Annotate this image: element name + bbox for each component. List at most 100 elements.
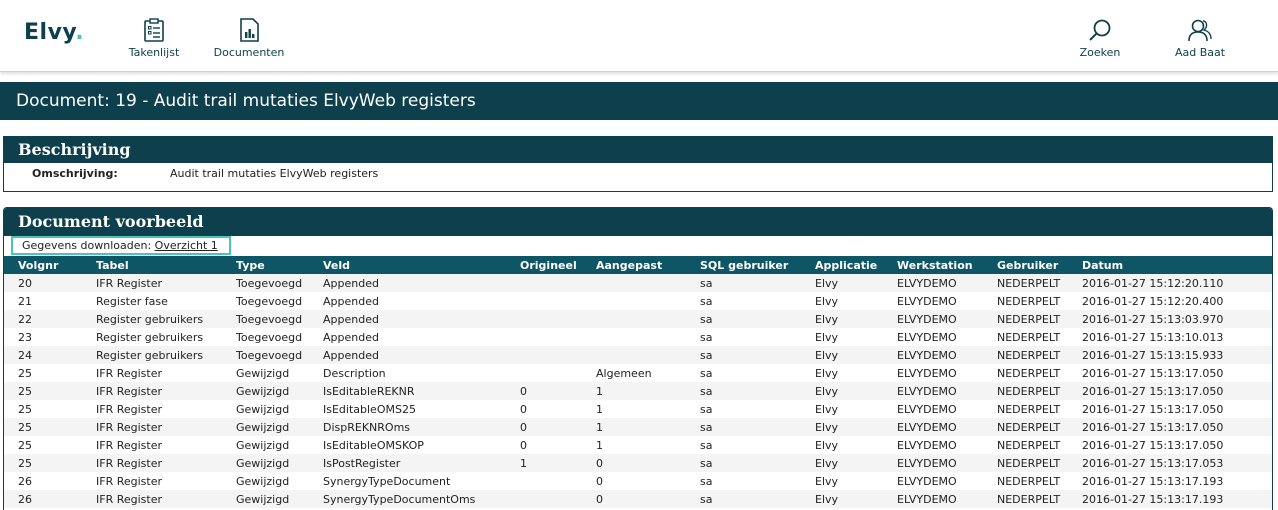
elvy-logo[interactable]: Elvy. <box>24 20 84 45</box>
col-volgnr-header[interactable]: Volgnr <box>4 256 82 274</box>
table-row[interactable]: 25 IFR Register Gewijzigd IsEditableOMSKOP 0… <box>4 436 1272 454</box>
nav-takenlijst[interactable]: Takenlijst <box>124 18 184 59</box>
col-aangepast-cell <box>582 328 686 346</box>
col-werkstation-header[interactable]: Werkstation <box>883 256 983 274</box>
col-werkstation-cell: ELVYDEMO <box>883 310 983 328</box>
col-tabel-cell: Register gebruikers <box>82 346 222 364</box>
col-gebruiker-cell: NEDERPELT <box>983 400 1068 418</box>
col-gebruiker-cell: NEDERPELT <box>983 328 1068 346</box>
table-body: 20 IFR Register Toegevoegd Appended sa Elvy EL… <box>4 274 1272 508</box>
col-origineel-header[interactable]: Origineel <box>506 256 582 274</box>
table-row[interactable]: 21 Register fase Toegevoegd Appended sa Elvy E… <box>4 292 1272 310</box>
col-type-cell: Toegevoegd <box>222 310 309 328</box>
col-datum-cell: 2016-01-27 15:13:17.050 <box>1068 400 1272 418</box>
nav-documenten[interactable]: Documenten <box>210 18 288 59</box>
table-row[interactable]: 23 Register gebruikers Toegevoegd Appended s… <box>4 328 1272 346</box>
col-datum-cell: 2016-01-27 15:13:17.193 <box>1068 490 1272 508</box>
table-row[interactable]: 25 IFR Register Gewijzigd DispREKNROms 0 1 sa E… <box>4 418 1272 436</box>
nav-takenlijst-label: Takenlijst <box>128 46 180 59</box>
col-werkstation-cell: ELVYDEMO <box>883 454 983 472</box>
col-type-cell: Gewijzigd <box>222 418 309 436</box>
table-row[interactable]: 22 Register gebruikers Toegevoegd Appended s… <box>4 310 1272 328</box>
col-tabel-cell: IFR Register <box>82 274 222 292</box>
col-volgnr-cell: 21 <box>4 292 82 310</box>
col-aangepast-header[interactable]: Aangepast <box>582 256 686 274</box>
table-row[interactable]: 24 Register gebruikers Toegevoegd Appended s… <box>4 346 1272 364</box>
col-type-cell: Gewijzigd <box>222 490 309 508</box>
col-sql-gebruiker-cell: sa <box>686 400 801 418</box>
col-veld-cell: Appended <box>309 310 506 328</box>
col-gebruiker-cell: NEDERPELT <box>983 454 1068 472</box>
col-datum-cell: 2016-01-27 15:12:20.110 <box>1068 274 1272 292</box>
col-volgnr-cell: 26 <box>4 490 82 508</box>
col-aangepast-cell: 0 <box>582 472 686 490</box>
col-volgnr-cell: 20 <box>4 274 82 292</box>
col-applicatie-cell: Elvy <box>801 418 883 436</box>
col-datum-cell: 2016-01-27 15:13:17.053 <box>1068 454 1272 472</box>
col-type-cell: Toegevoegd <box>222 274 309 292</box>
col-aangepast-cell: 1 <box>582 418 686 436</box>
col-aangepast-cell: Algemeen <box>582 364 686 382</box>
col-applicatie-cell: Elvy <box>801 472 883 490</box>
col-applicatie-cell: Elvy <box>801 292 883 310</box>
col-origineel-cell <box>506 274 582 292</box>
col-volgnr-cell: 24 <box>4 346 82 364</box>
clipboard-list-icon <box>144 18 164 42</box>
col-type-header[interactable]: Type <box>222 256 309 274</box>
col-gebruiker-cell: NEDERPELT <box>983 436 1068 454</box>
table-row[interactable]: 26 IFR Register Gewijzigd SynergyTypeDocume… <box>4 490 1272 508</box>
col-veld-cell: SynergyTypeDocumentOms <box>309 490 506 508</box>
col-werkstation-cell: ELVYDEMO <box>883 490 983 508</box>
col-gebruiker-cell: NEDERPELT <box>983 490 1068 508</box>
col-sql-gebruiker-cell: sa <box>686 364 801 382</box>
col-veld-header[interactable]: Veld <box>309 256 506 274</box>
col-datum-cell: 2016-01-27 15:13:03.970 <box>1068 310 1272 328</box>
col-veld-cell: IsEditableREKNR <box>309 382 506 400</box>
col-volgnr-cell: 25 <box>4 418 82 436</box>
col-type-cell: Gewijzigd <box>222 364 309 382</box>
table-row[interactable]: 20 IFR Register Toegevoegd Appended sa Elvy EL… <box>4 274 1272 292</box>
col-applicatie-header[interactable]: Applicatie <box>801 256 883 274</box>
table-row[interactable]: 25 IFR Register Gewijzigd IsEditableOMS25 0 1… <box>4 400 1272 418</box>
download-link-overzicht[interactable]: Overzicht 1 <box>155 239 218 252</box>
col-type-cell: Gewijzigd <box>222 400 309 418</box>
col-tabel-cell: IFR Register <box>82 364 222 382</box>
col-sql-gebruiker-cell: sa <box>686 436 801 454</box>
table-row[interactable]: 25 IFR Register Gewijzigd IsEditableREKNR 0 1… <box>4 382 1272 400</box>
col-applicatie-cell: Elvy <box>801 346 883 364</box>
table-row[interactable]: 26 IFR Register Gewijzigd SynergyTypeDocume… <box>4 472 1272 490</box>
col-type-cell: Toegevoegd <box>222 346 309 364</box>
col-tabel-cell: IFR Register <box>82 454 222 472</box>
col-gebruiker-header[interactable]: Gebruiker <box>983 256 1068 274</box>
col-werkstation-cell: ELVYDEMO <box>883 346 983 364</box>
col-type-cell: Toegevoegd <box>222 292 309 310</box>
col-sql-gebruiker-cell: sa <box>686 472 801 490</box>
col-gebruiker-cell: NEDERPELT <box>983 364 1068 382</box>
col-veld-cell: Description <box>309 364 506 382</box>
document-preview-header: Document voorbeeld <box>4 208 1272 236</box>
col-applicatie-cell: Elvy <box>801 382 883 400</box>
col-aangepast-cell <box>582 274 686 292</box>
table-row[interactable]: 25 IFR Register Gewijzigd IsPostRegister 1 0 s… <box>4 454 1272 472</box>
col-origineel-cell <box>506 346 582 364</box>
col-gebruiker-cell: NEDERPELT <box>983 292 1068 310</box>
col-volgnr-cell: 23 <box>4 328 82 346</box>
col-tabel-cell: IFR Register <box>82 382 222 400</box>
nav-zoeken[interactable]: Zoeken <box>1072 18 1128 59</box>
col-veld-cell: Appended <box>309 274 506 292</box>
col-gebruiker-cell: NEDERPELT <box>983 418 1068 436</box>
col-applicatie-cell: Elvy <box>801 274 883 292</box>
col-type-cell: Gewijzigd <box>222 472 309 490</box>
col-tabel-cell: IFR Register <box>82 436 222 454</box>
search-icon <box>1089 19 1111 41</box>
col-sql-gebruiker-cell: sa <box>686 454 801 472</box>
col-tabel-cell: Register gebruikers <box>82 328 222 346</box>
col-aangepast-cell: 1 <box>582 400 686 418</box>
table-row[interactable]: 25 IFR Register Gewijzigd Description Algeme… <box>4 364 1272 382</box>
col-volgnr-cell: 25 <box>4 400 82 418</box>
col-datum-header[interactable]: Datum <box>1068 256 1272 274</box>
col-sql-gebruiker-header[interactable]: SQL gebruiker <box>686 256 801 274</box>
nav-user[interactable]: Aad Baat <box>1168 18 1232 59</box>
col-aangepast-cell: 1 <box>582 382 686 400</box>
col-tabel-header[interactable]: Tabel <box>82 256 222 274</box>
